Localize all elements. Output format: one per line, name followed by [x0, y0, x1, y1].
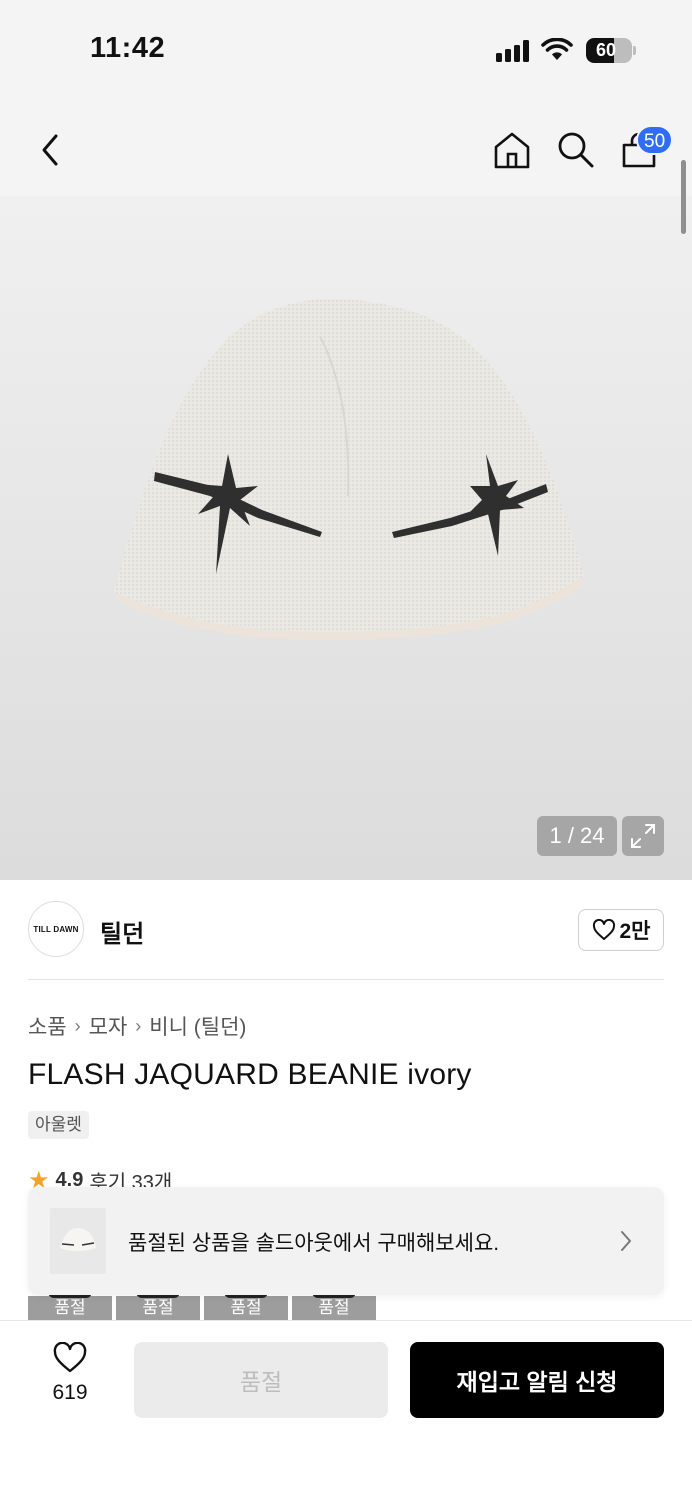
search-icon[interactable]: [556, 130, 596, 170]
chevron-right-icon: ›: [135, 1015, 142, 1036]
chevron-right-icon: [621, 1231, 631, 1251]
home-icon[interactable]: [492, 130, 532, 170]
battery-icon: 60: [586, 38, 632, 63]
beanie-image: [114, 298, 584, 641]
cellular-signal-icon: [496, 40, 532, 62]
option-thumbnail[interactable]: 품절: [28, 1292, 112, 1320]
product-title: FLASH JAQUARD BEANIE ivory: [28, 1058, 472, 1091]
brand-like-button[interactable]: 2만: [578, 909, 664, 951]
expand-image-button[interactable]: [622, 816, 664, 856]
outlet-tag: 아울렛: [28, 1111, 89, 1139]
banner-thumbnail: [50, 1208, 106, 1274]
back-arrow-icon[interactable]: [36, 130, 64, 170]
wishlist-count: 619: [52, 1381, 88, 1404]
soldout-button[interactable]: 품절: [134, 1342, 388, 1418]
divider: [28, 979, 664, 980]
restock-alert-button[interactable]: 재입고 알림 신청: [410, 1342, 664, 1418]
expand-icon: [631, 824, 655, 848]
heart-icon: [592, 919, 615, 940]
brand-name[interactable]: 틸던: [100, 914, 144, 949]
beanie-thumbnail-image: [60, 1228, 96, 1251]
soldout-banner[interactable]: 품절된 상품을 솔드아웃에서 구매해보세요.: [28, 1187, 664, 1295]
status-time: 11:42: [90, 32, 166, 64]
image-counter: 1 / 24: [537, 816, 617, 856]
option-thumbnail[interactable]: 품절: [116, 1292, 200, 1320]
product-detail-page: 11:42 60 50 1 / 24 TILL DAWN 틸던 2만 소품 › …: [0, 0, 692, 1500]
wifi-icon: [541, 38, 573, 60]
heart-icon: [53, 1341, 87, 1373]
chevron-right-icon: ›: [74, 1015, 81, 1036]
product-image[interactable]: [0, 196, 692, 880]
top-nav: [0, 100, 692, 196]
breadcrumb-item[interactable]: 비니 (틸던): [149, 1011, 246, 1041]
option-thumbnail[interactable]: 품절: [292, 1292, 376, 1320]
breadcrumb-item[interactable]: 소품: [28, 1011, 67, 1041]
option-thumbnail[interactable]: 품절: [204, 1292, 288, 1320]
breadcrumb: 소품 › 모자 › 비니 (틸던): [28, 1011, 246, 1041]
battery-percent: 60: [595, 40, 617, 60]
wishlist-button[interactable]: 619: [36, 1341, 104, 1405]
cart-count-badge: 50: [636, 125, 674, 155]
brand-like-count: 2만: [619, 920, 651, 943]
brand-logo[interactable]: TILL DAWN: [28, 901, 84, 957]
banner-text: 품절된 상품을 솔드아웃에서 구매해보세요.: [128, 1232, 500, 1255]
battery-tip: [633, 46, 636, 55]
breadcrumb-item[interactable]: 모자: [89, 1011, 128, 1041]
scroll-indicator[interactable]: [681, 160, 686, 234]
status-bar: 11:42 60: [0, 0, 692, 100]
